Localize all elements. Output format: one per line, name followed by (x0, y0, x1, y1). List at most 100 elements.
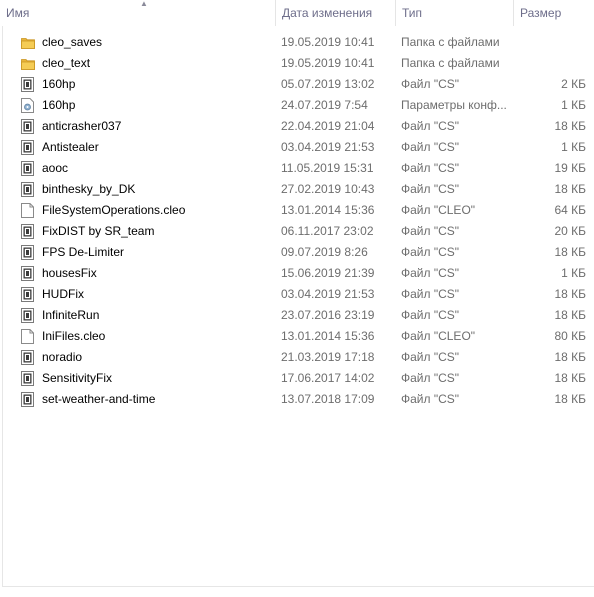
file-row[interactable]: Antistealer 03.04.2019 21:53 Файл "CS" 1 КБ (0, 137, 594, 158)
file-row[interactable]: set-weather-and-time 13.07.2018 17:09 Файл… (0, 389, 594, 410)
file-date: 24.07.2019 7:54 (281, 98, 368, 112)
file-row[interactable]: FixDIST by SR_team 06.11.2017 23:02 Файл "… (0, 221, 594, 242)
folder-icon (21, 35, 35, 50)
file-row[interactable]: 160hp 24.07.2019 7:54 Параметры конф... 1 К… (0, 95, 594, 116)
cs-file-icon (21, 287, 35, 302)
file-size: 20 КБ (554, 224, 586, 238)
file-type: Папка с файлами (401, 56, 500, 70)
blank-file-icon (21, 329, 35, 344)
file-date: 13.01.2014 15:36 (281, 203, 375, 217)
file-date: 05.07.2019 13:02 (281, 77, 375, 91)
file-name: cleo_text (42, 56, 91, 70)
file-name: 160hp (42, 98, 76, 112)
file-name: InfiniteRun (42, 308, 100, 322)
column-header-size[interactable]: Размер (514, 0, 594, 26)
file-type: Файл "CS" (401, 77, 460, 91)
file-date: 13.07.2018 17:09 (281, 392, 375, 406)
file-row[interactable]: SensitivityFix 17.06.2017 14:02 Файл "CS" 1… (0, 368, 594, 389)
file-row[interactable]: noradio 21.03.2019 17:18 Файл "CS" 18 КБ (0, 347, 594, 368)
cs-file-icon (21, 350, 35, 365)
file-date: 23.07.2016 23:19 (281, 308, 375, 322)
file-date: 19.05.2019 10:41 (281, 56, 375, 70)
file-date: 13.01.2014 15:36 (281, 329, 375, 343)
file-name: 160hp (42, 77, 76, 91)
file-date: 06.11.2017 23:02 (281, 224, 374, 238)
folder-icon (21, 56, 35, 71)
file-row[interactable]: cleo_text 19.05.2019 10:41 Папка с файлами (0, 53, 594, 74)
file-name: FixDIST by SR_team (42, 224, 155, 238)
file-type: Файл "CS" (401, 224, 460, 238)
file-name: HUDFix (42, 287, 84, 301)
file-size: 18 КБ (554, 371, 586, 385)
cs-file-icon (21, 140, 35, 155)
file-date: 03.04.2019 21:53 (281, 287, 375, 301)
file-name: cleo_saves (42, 35, 103, 49)
file-date: 17.06.2017 14:02 (281, 371, 375, 385)
file-size: 18 КБ (554, 308, 586, 322)
file-type: Параметры конф... (401, 98, 507, 112)
file-date: 27.02.2019 10:43 (281, 182, 375, 196)
file-type: Файл "CS" (401, 140, 460, 154)
cs-file-icon (21, 161, 35, 176)
file-list: cleo_saves 19.05.2019 10:41 Папка с файлам… (0, 32, 594, 410)
file-name: FPS De-Limiter (42, 245, 125, 259)
file-size: 64 КБ (554, 203, 586, 217)
file-size: 18 КБ (554, 287, 586, 301)
column-header-type[interactable]: Тип (396, 0, 514, 26)
file-name: SensitivityFix (42, 371, 113, 385)
file-row[interactable]: InfiniteRun 23.07.2016 23:19 Файл "CS" 18 К… (0, 305, 594, 326)
file-row[interactable]: IniFiles.cleo 13.01.2014 15:36 Файл "CLEO"… (0, 326, 594, 347)
file-size: 2 КБ (561, 77, 586, 91)
file-name: Antistealer (42, 140, 99, 154)
column-header-date[interactable]: Дата изменения (276, 0, 396, 26)
file-type: Файл "CS" (401, 350, 460, 364)
file-date: 15.06.2019 21:39 (281, 266, 375, 280)
file-name: noradio (42, 350, 83, 364)
file-date: 21.03.2019 17:18 (281, 350, 375, 364)
file-name: housesFix (42, 266, 97, 280)
file-size: 18 КБ (554, 182, 586, 196)
file-type: Файл "CS" (401, 287, 460, 301)
file-size: 19 КБ (554, 161, 586, 175)
file-size: 18 КБ (554, 119, 586, 133)
file-type: Файл "CS" (401, 392, 460, 406)
cs-file-icon (21, 245, 35, 260)
sort-ascending-icon: ▲ (140, 0, 148, 8)
file-type: Файл "CLEO" (401, 203, 476, 217)
file-type: Файл "CS" (401, 266, 460, 280)
file-type: Файл "CS" (401, 245, 460, 259)
pane-bottom-border (2, 586, 594, 587)
column-header-name[interactable]: Имя (0, 0, 276, 26)
file-name: binthesky_by_DK (42, 182, 136, 196)
file-name: aooc (42, 161, 69, 175)
file-size: 18 КБ (554, 245, 586, 259)
file-name: anticrasher037 (42, 119, 122, 133)
file-row[interactable]: binthesky_by_DK 27.02.2019 10:43 Файл "CS"… (0, 179, 594, 200)
file-row[interactable]: aooc 11.05.2019 15:31 Файл "CS" 19 КБ (0, 158, 594, 179)
file-row[interactable]: anticrasher037 22.04.2019 21:04 Файл "CS" 1… (0, 116, 594, 137)
file-row[interactable]: FPS De-Limiter 09.07.2019 8:26 Файл "CS" 18… (0, 242, 594, 263)
file-name: IniFiles.cleo (42, 329, 106, 343)
file-type: Файл "CS" (401, 371, 460, 385)
file-row[interactable]: FileSystemOperations.cleo 13.01.2014 15:3… (0, 200, 594, 221)
blank-file-icon (21, 203, 35, 218)
file-type: Файл "CS" (401, 161, 460, 175)
file-row[interactable]: cleo_saves 19.05.2019 10:41 Папка с файлам… (0, 32, 594, 53)
file-name: FileSystemOperations.cleo (42, 203, 186, 217)
file-type: Папка с файлами (401, 35, 500, 49)
file-row[interactable]: 160hp 05.07.2019 13:02 Файл "CS" 2 КБ (0, 74, 594, 95)
file-size: 18 КБ (554, 392, 586, 406)
file-date: 22.04.2019 21:04 (281, 119, 375, 133)
file-row[interactable]: housesFix 15.06.2019 21:39 Файл "CS" 1 КБ (0, 263, 594, 284)
cs-file-icon (21, 266, 35, 281)
cs-file-icon (21, 371, 35, 386)
cs-file-icon (21, 182, 35, 197)
file-name: set-weather-and-time (42, 392, 156, 406)
file-type: Файл "CS" (401, 119, 460, 133)
file-date: 19.05.2019 10:41 (281, 35, 375, 49)
cs-file-icon (21, 308, 35, 323)
column-header-bar: Имя ▲ Дата изменения Тип Размер (0, 0, 594, 26)
file-type: Файл "CS" (401, 182, 460, 196)
cs-file-icon (21, 392, 35, 407)
file-row[interactable]: HUDFix 03.04.2019 21:53 Файл "CS" 18 КБ (0, 284, 594, 305)
